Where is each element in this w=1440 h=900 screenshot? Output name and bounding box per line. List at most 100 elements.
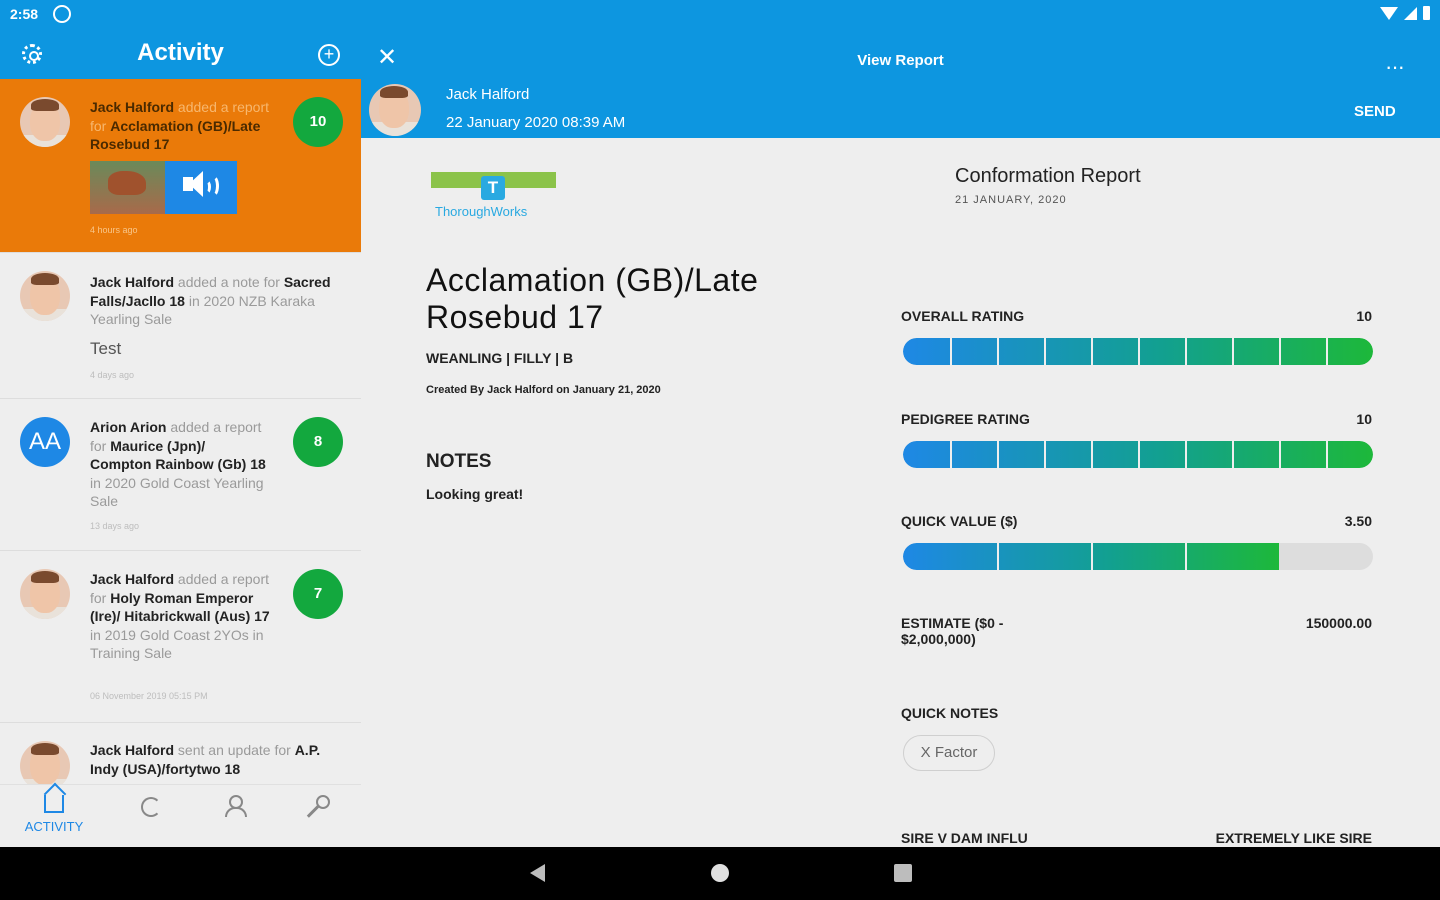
home-button-icon[interactable] [711,864,729,882]
logo-text: ThoroughWorks [435,204,528,219]
bar-segment-divider [1279,441,1281,468]
send-button[interactable]: SEND [1354,103,1396,120]
created-by: Created By Jack Halford on January 21, 2… [426,384,661,396]
activity-user: Jack Halford [90,742,175,758]
sire-dam-label: SIRE V DAM INFLU [901,830,1028,846]
report-author: Jack Halford [446,86,530,103]
recents-icon[interactable] [894,864,912,882]
activity-user: Jack Halford [90,571,175,587]
nav-tools[interactable] [288,795,348,817]
bar-segment-divider [1138,338,1140,365]
activity-text: Arion Arion added a report for Maurice (… [90,419,266,509]
report-title: Conformation Report [955,165,1141,187]
bar-segment-divider [1326,441,1328,468]
status-time: 2:58 [10,6,39,22]
quick-value-label: QUICK VALUE ($) [901,513,1018,529]
overall-rating-bar [903,338,1373,365]
activity-header: Activity + [0,28,361,79]
nav-activity-label: ACTIVITY [24,819,84,834]
estimate-label: ESTIMATE ($0 - $2,000,000) [901,615,1004,647]
nav-refresh[interactable] [121,795,181,819]
wrench-icon [308,795,330,817]
audio-play-button[interactable] [165,161,237,214]
system-navigation [0,847,1440,900]
pedigree-rating-bar [903,441,1373,468]
activity-subject: Acclamation (GB)/Late Rosebud 17 [90,117,261,153]
report-date: 21 JANUARY, 2020 [955,194,1067,206]
bar-segment-divider [997,543,999,570]
score-badge: 8 [293,417,343,467]
activity-item[interactable]: Jack Halford sent an update for A.P. Ind… [0,723,361,784]
pedigree-rating-label: PEDIGREE RATING [901,411,1030,427]
activity-note: Test [90,339,122,358]
bar-segment-divider [1185,338,1187,365]
bar-segment-divider [1044,441,1046,468]
avatar [20,569,70,619]
wifi-icon [1380,6,1398,20]
horse-photo[interactable] [90,161,165,214]
person-icon [224,795,247,817]
home-icon [44,795,64,813]
avatar [20,271,70,321]
avatar [20,97,70,147]
bar-segment-divider [1138,441,1140,468]
back-icon[interactable] [530,864,545,882]
more-options-icon[interactable]: ··· [1385,56,1405,78]
logo-icon: T [481,176,505,200]
activity-text: Jack Halford added a note for Sacred Fal… [90,274,331,327]
report-datetime: 22 January 2020 08:39 AM [446,114,626,131]
notification-icon [53,5,71,23]
horse-name: Acclamation (GB)/Late Rosebud 17 [426,262,759,335]
status-bar: 2:58 [0,0,1440,28]
overall-rating-label: OVERALL RATING [901,308,1025,324]
bar-segment-divider [1326,338,1328,365]
activity-text: Jack Halford sent an update for A.P. Ind… [90,742,321,777]
activity-user: Arion Arion [90,419,167,435]
report-header-title: View Report [857,52,944,69]
report-content: T ThoroughWorks Conformation Report 21 J… [361,138,1440,847]
bar-segment-divider [1185,441,1187,468]
activity-item[interactable]: Jack Halford added a report for Acclamat… [0,79,361,253]
notes-heading: NOTES [426,451,492,472]
activity-item[interactable]: AA Arion Arion added a report for Mauric… [0,399,361,551]
bar-segment-divider [1185,543,1187,570]
bar-segment-divider [997,338,999,365]
score-badge: 7 [293,569,343,619]
quick-value-value: 3.50 [1344,513,1372,529]
avatar [20,741,70,784]
refresh-icon [141,797,161,817]
activity-subject: Maurice (Jpn)/ Compton Rainbow (Gb) 18 [90,437,266,473]
nav-activity[interactable]: ACTIVITY [24,795,84,834]
activity-time: 13 days ago [90,521,140,531]
quick-note-chip[interactable]: X Factor [903,735,995,771]
activity-item[interactable]: Jack Halford added a report for Holy Rom… [0,551,361,723]
add-circle-icon[interactable]: + [318,44,340,66]
bar-segment-divider [950,338,952,365]
author-avatar [369,84,421,136]
speaker-icon [183,171,203,197]
bar-segment-divider [1232,441,1234,468]
activity-subject: Holy Roman Emperor (Ire)/ Hitabrickwall … [90,589,270,625]
pedigree-rating-value: 10 [1356,411,1372,427]
bar-segment-divider [1091,441,1093,468]
bar-segment-divider [950,441,952,468]
avatar: AA [20,417,70,467]
quick-notes-label: QUICK NOTES [901,705,999,721]
notes-text: Looking great! [426,486,524,502]
activity-time: 4 days ago [90,370,135,380]
activity-item[interactable]: Jack Halford added a note for Sacred Fal… [0,253,361,399]
bar-segment-divider [997,441,999,468]
bottom-navigation: ACTIVITY [0,784,361,847]
bar-segment-divider [1232,338,1234,365]
bar-segment-divider [1091,543,1093,570]
bar-segment-divider [1044,338,1046,365]
activity-text: Jack Halford added a report for Acclamat… [90,99,270,153]
activity-list: Jack Halford added a report for Acclamat… [0,79,361,784]
score-badge: 10 [293,97,343,147]
bar-segment-divider [1091,338,1093,365]
estimate-value: 150000.00 [1305,615,1372,631]
horse-meta: WEANLING | FILLY | B [426,350,574,366]
sire-dam-value: EXTREMELY LIKE SIRE [1215,830,1372,846]
nav-profile[interactable] [204,795,264,817]
overall-rating-value: 10 [1356,308,1372,324]
